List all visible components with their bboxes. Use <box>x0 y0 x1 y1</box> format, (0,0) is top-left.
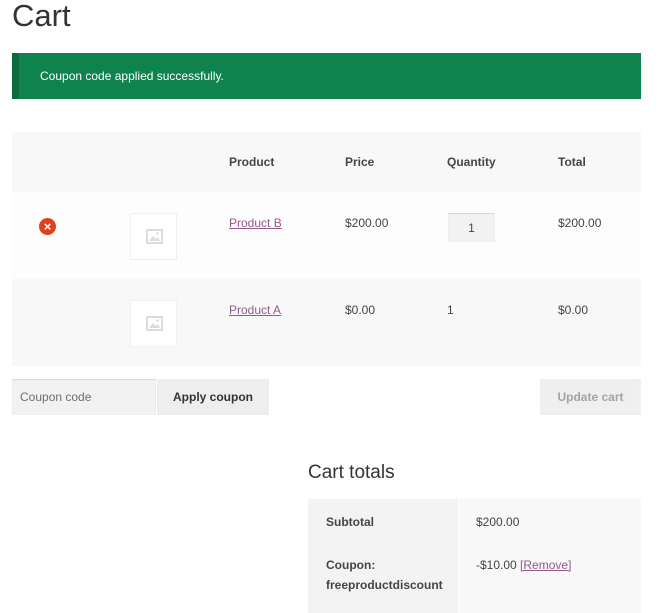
remove-item-icon[interactable]: × <box>39 218 56 235</box>
product-link[interactable]: Product B <box>229 216 282 230</box>
product-link[interactable]: Product A <box>229 303 281 317</box>
coupon-label-code: freeproductdiscount <box>326 578 443 592</box>
product-thumbnail[interactable] <box>130 213 177 260</box>
update-cart-button[interactable]: Update cart <box>540 379 641 415</box>
cart-row-product-b: × Product B $200.00 $200.00 <box>12 192 641 279</box>
cart-totals-title: Cart totals <box>308 462 395 483</box>
coupon-discount-amount: -$10.00 <box>476 558 517 572</box>
page-title: Cart <box>12 0 71 33</box>
price-cell: $0.00 <box>345 303 376 317</box>
quantity-input[interactable] <box>448 213 495 242</box>
subtotal-value: $200.00 <box>458 499 641 543</box>
header-price: Price <box>345 155 375 169</box>
coupon-label: Coupon: freeproductdiscount <box>308 543 458 613</box>
price-cell: $200.00 <box>345 216 389 230</box>
image-placeholder-icon <box>146 316 163 331</box>
total-cell: $0.00 <box>558 303 589 317</box>
header-product: Product <box>229 155 275 169</box>
remove-coupon-link[interactable]: [Remove] <box>520 558 571 572</box>
quantity-cell: 1 <box>447 303 454 317</box>
coupon-code-input[interactable] <box>12 379 156 415</box>
header-quantity: Quantity <box>447 155 496 169</box>
image-placeholder-icon <box>146 229 163 244</box>
cart-table: Product Price Quantity Total × Product B… <box>12 132 641 366</box>
subtotal-label: Subtotal <box>308 499 458 543</box>
coupon-label-prefix: Coupon: <box>326 558 376 572</box>
header-total: Total <box>558 155 586 169</box>
cart-row-product-a: Product A $0.00 1 $0.00 <box>12 279 641 366</box>
coupon-value: -$10.00 [Remove] <box>458 543 641 613</box>
cart-table-header: Product Price Quantity Total <box>12 132 641 192</box>
subtotal-row: Subtotal $200.00 <box>308 499 641 543</box>
apply-coupon-button[interactable]: Apply coupon <box>157 379 269 415</box>
total-cell: $200.00 <box>558 216 602 230</box>
success-notice: Coupon code applied successfully. <box>12 53 641 99</box>
cart-totals-table: Subtotal $200.00 Coupon: freeproductdisc… <box>308 499 641 613</box>
product-thumbnail[interactable] <box>130 300 177 347</box>
coupon-row: Coupon: freeproductdiscount -$10.00 [Rem… <box>308 543 641 613</box>
